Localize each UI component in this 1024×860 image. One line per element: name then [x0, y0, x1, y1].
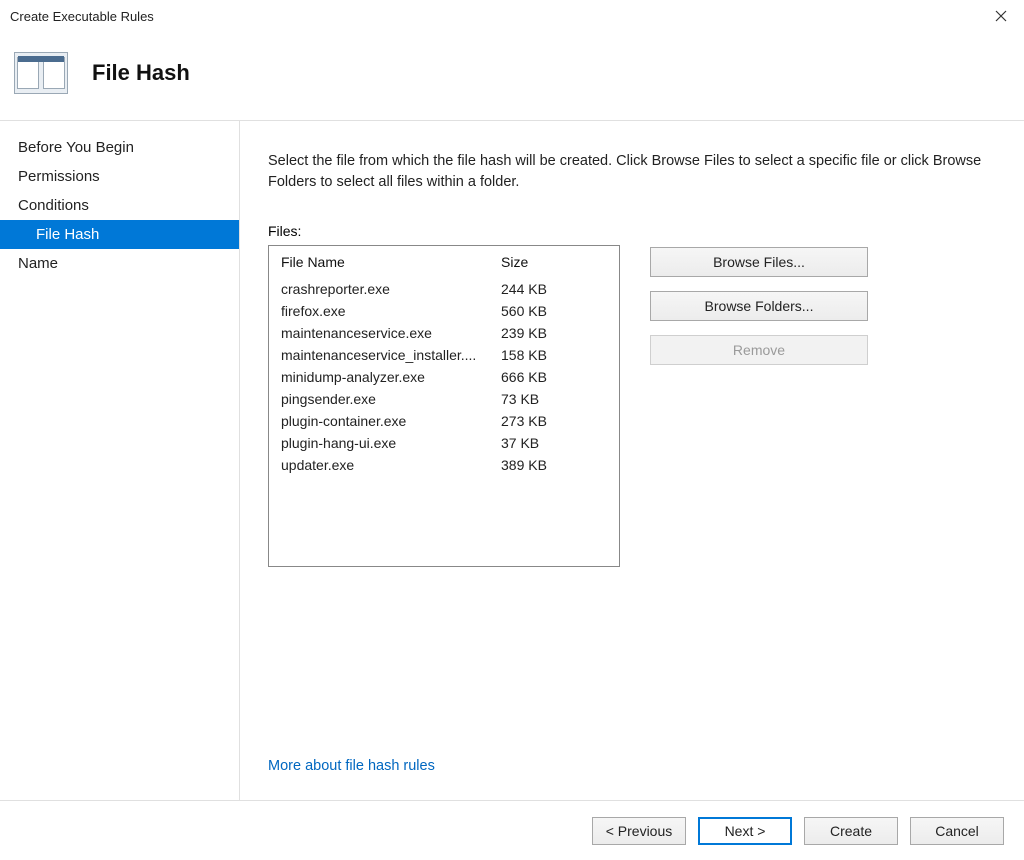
file-size-cell: 666 KB [501, 369, 607, 385]
file-size-cell: 37 KB [501, 435, 607, 451]
nav-item-permissions[interactable]: Permissions [0, 162, 239, 191]
file-row[interactable]: plugin-hang-ui.exe37 KB [269, 432, 619, 454]
wizard-nav: Before You BeginPermissionsConditionsFil… [0, 121, 240, 800]
file-size-cell: 273 KB [501, 413, 607, 429]
wizard-footer: < Previous Next > Create Cancel [0, 800, 1024, 860]
file-row[interactable]: updater.exe389 KB [269, 454, 619, 476]
previous-button[interactable]: < Previous [592, 817, 686, 845]
file-name-cell: minidump-analyzer.exe [281, 369, 501, 385]
file-name-cell: maintenanceservice.exe [281, 325, 501, 341]
instructions-text: Select the file from which the file hash… [268, 151, 988, 193]
file-row[interactable]: firefox.exe560 KB [269, 300, 619, 322]
file-row[interactable]: maintenanceservice.exe239 KB [269, 322, 619, 344]
wizard-header: File Hash [0, 32, 1024, 120]
file-name-cell: maintenanceservice_installer.... [281, 347, 501, 363]
more-about-link[interactable]: More about file hash rules [268, 758, 988, 774]
wizard-icon [14, 52, 68, 94]
nav-item-conditions[interactable]: Conditions [0, 191, 239, 220]
main-panel: Select the file from which the file hash… [240, 121, 1024, 800]
close-icon [995, 10, 1007, 22]
file-name-cell: plugin-hang-ui.exe [281, 435, 501, 451]
titlebar: Create Executable Rules [0, 0, 1024, 32]
column-header-size[interactable]: Size [501, 254, 607, 270]
file-size-cell: 244 KB [501, 281, 607, 297]
file-name-cell: updater.exe [281, 457, 501, 473]
file-size-cell: 239 KB [501, 325, 607, 341]
file-row[interactable]: crashreporter.exe244 KB [269, 278, 619, 300]
file-name-cell: plugin-container.exe [281, 413, 501, 429]
cancel-button[interactable]: Cancel [910, 817, 1004, 845]
file-name-cell: pingsender.exe [281, 391, 501, 407]
page-title: File Hash [92, 60, 190, 86]
files-listbox[interactable]: File Name Size crashreporter.exe244 KBfi… [268, 245, 620, 567]
window-title: Create Executable Rules [10, 9, 154, 24]
next-button[interactable]: Next > [698, 817, 792, 845]
file-row[interactable]: minidump-analyzer.exe666 KB [269, 366, 619, 388]
file-row[interactable]: maintenanceservice_installer....158 KB [269, 344, 619, 366]
file-size-cell: 73 KB [501, 391, 607, 407]
nav-item-before-you-begin[interactable]: Before You Begin [0, 133, 239, 162]
create-button[interactable]: Create [804, 817, 898, 845]
nav-item-file-hash[interactable]: File Hash [0, 220, 239, 249]
file-name-cell: crashreporter.exe [281, 281, 501, 297]
file-size-cell: 389 KB [501, 457, 607, 473]
column-header-name[interactable]: File Name [281, 254, 501, 270]
browse-folders-button[interactable]: Browse Folders... [650, 291, 868, 321]
close-button[interactable] [986, 4, 1016, 28]
browse-files-button[interactable]: Browse Files... [650, 247, 868, 277]
file-row[interactable]: pingsender.exe73 KB [269, 388, 619, 410]
files-label: Files: [268, 223, 620, 239]
file-row[interactable]: plugin-container.exe273 KB [269, 410, 619, 432]
content-area: Before You BeginPermissionsConditionsFil… [0, 120, 1024, 800]
nav-item-name[interactable]: Name [0, 249, 239, 278]
file-name-cell: firefox.exe [281, 303, 501, 319]
remove-button: Remove [650, 335, 868, 365]
file-size-cell: 158 KB [501, 347, 607, 363]
file-size-cell: 560 KB [501, 303, 607, 319]
list-header: File Name Size [269, 246, 619, 278]
